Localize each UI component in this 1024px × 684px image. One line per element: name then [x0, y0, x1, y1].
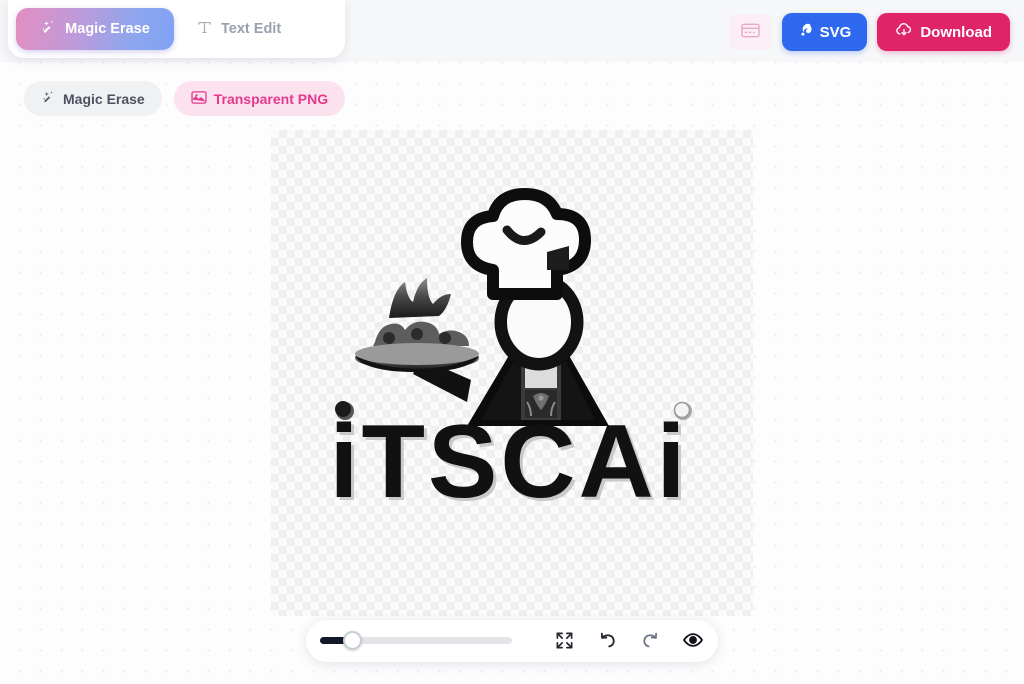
- preview-button[interactable]: [680, 629, 706, 654]
- chip-magic-erase[interactable]: Magic Erase: [24, 81, 162, 116]
- cloud-download-icon: [895, 22, 913, 42]
- redo-arrow-icon: [640, 630, 661, 654]
- tab-group: Magic Erase Text Edit: [8, 0, 345, 58]
- editor-subbar: Magic Erase Transparent PNG: [24, 81, 346, 116]
- image-canvas[interactable]: iTSCAi iTSCAi: [271, 130, 753, 616]
- undo-button[interactable]: [594, 629, 620, 654]
- logo-wordmark: iTSCAi iTSCAi: [330, 401, 692, 523]
- svg-text:iTSCAi: iTSCAi: [330, 404, 689, 520]
- eye-icon: [682, 629, 704, 654]
- canvas-toolbar: [306, 620, 718, 662]
- artwork-itscai-logo[interactable]: iTSCAi iTSCAi: [271, 130, 753, 616]
- download-label: Download: [920, 23, 992, 41]
- text-type-icon: [196, 19, 213, 40]
- credit-card-button[interactable]: [728, 14, 772, 50]
- credit-card-icon: [740, 23, 760, 41]
- expand-icon: [555, 631, 574, 653]
- chip-transparent-png-label: Transparent PNG: [213, 90, 329, 107]
- chip-magic-erase-label: Magic Erase: [63, 90, 145, 107]
- magic-wand-icon: [40, 19, 57, 40]
- tab-text-edit[interactable]: Text Edit: [178, 8, 299, 50]
- transparent-image-icon: [191, 90, 207, 108]
- tab-text-edit-label: Text Edit: [221, 21, 282, 37]
- zoom-slider[interactable]: [320, 631, 512, 650]
- magic-wand-icon: [41, 90, 56, 108]
- header-actions: SVG Download: [728, 13, 1010, 51]
- zoom-slider-thumb[interactable]: [343, 631, 362, 650]
- magic-swirl-icon: [798, 22, 814, 42]
- svg-export-label: SVG: [819, 23, 852, 41]
- chip-transparent-png[interactable]: Transparent PNG: [173, 81, 346, 116]
- chef-hat: [461, 188, 591, 300]
- tab-magic-erase-label: Magic Erase: [65, 21, 150, 37]
- tab-magic-erase[interactable]: Magic Erase: [16, 8, 174, 50]
- undo-arrow-icon: [597, 630, 618, 654]
- download-button[interactable]: Download: [877, 13, 1010, 51]
- app-header: Magic Erase Text Edit SVG Download: [0, 0, 1024, 62]
- redo-button[interactable]: [637, 629, 663, 654]
- serving-tray: [355, 278, 479, 372]
- svg-export-button[interactable]: SVG: [781, 13, 868, 51]
- fit-to-screen-button[interactable]: [551, 629, 577, 654]
